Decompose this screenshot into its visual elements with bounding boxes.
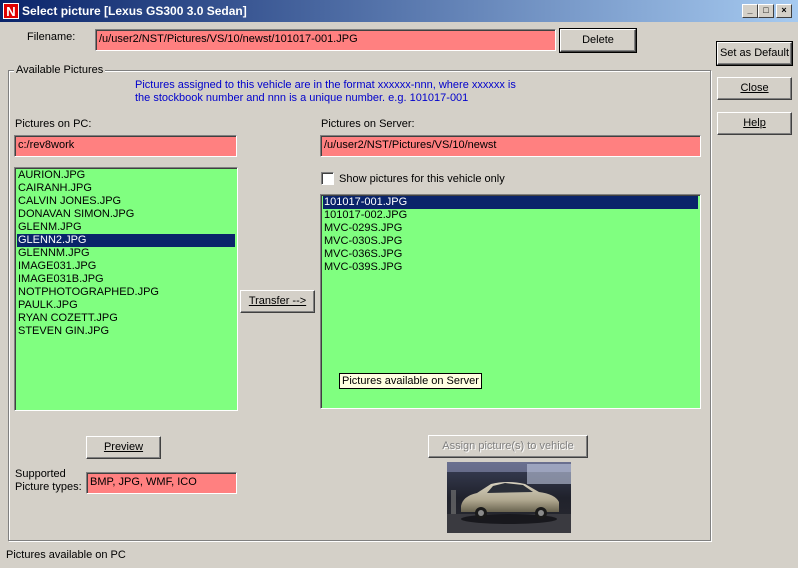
list-item[interactable]: CALVIN JONES.JPG [17,195,235,208]
supported-types-field: BMP, JPG, WMF, ICO [86,472,237,494]
assign-button[interactable]: Assign picture(s) to vehicle [428,435,588,458]
server-tooltip: Pictures available on Server [339,373,482,389]
preview-button[interactable]: Preview [86,436,161,459]
list-item[interactable]: GLENNM.JPG [17,247,235,260]
list-item[interactable]: GLENM.JPG [17,221,235,234]
set-default-button[interactable]: Set as Default [716,41,793,66]
format-info-line1: Pictures assigned to this vehicle are in… [135,79,516,91]
pc-file-list[interactable]: AURION.JPG CAIRANH.JPG CALVIN JONES.JPG DON… [14,167,238,411]
list-item[interactable]: MVC-039S.JPG [323,261,698,274]
list-item[interactable]: MVC-030S.JPG [323,235,698,248]
list-item[interactable]: IMAGE031.JPG [17,260,235,273]
list-item[interactable]: MVC-029S.JPG [323,222,698,235]
list-item[interactable]: CAIRANH.JPG [17,182,235,195]
maximize-button[interactable]: □ [758,4,774,18]
vehicle-only-label[interactable]: Show pictures for this vehicle only [339,173,505,185]
format-info: Pictures assigned to this vehicle are in… [135,79,516,105]
pc-path-field[interactable]: c:/rev8work [14,135,237,157]
minimize-button[interactable]: _ [742,4,758,18]
filename-label: Filename: [27,31,76,43]
close-window-button[interactable]: × [776,4,792,18]
available-pictures-title: Available Pictures [14,64,106,76]
vehicle-only-checkbox[interactable] [321,172,334,185]
transfer-button[interactable]: Transfer --> [240,290,315,313]
car-photo [447,462,571,533]
help-button[interactable]: Help [717,112,792,135]
list-item[interactable]: PAULK.JPG [17,299,235,312]
supported-types-label: Supported Picture types: [15,468,82,494]
list-item[interactable]: MVC-036S.JPG [323,248,698,261]
pc-pictures-label: Pictures on PC: [15,118,92,130]
list-item[interactable]: GLENN2.JPG [17,234,235,247]
list-item[interactable]: STEVEN GIN.JPG [17,325,235,338]
list-item[interactable]: DONAVAN SIMON.JPG [17,208,235,221]
list-item[interactable]: AURION.JPG [17,169,235,182]
status-bar: Pictures available on PC [0,546,798,568]
supported-label-line1: Supported [15,468,66,480]
list-item[interactable]: 101017-002.JPG [323,209,698,222]
list-item[interactable]: RYAN COZETT.JPG [17,312,235,325]
list-item[interactable]: NOTPHOTOGRAPHED.JPG [17,286,235,299]
format-info-line2: the stockbook number and nnn is a unique… [135,92,469,104]
title-bar[interactable]: N Select picture [Lexus GS300 3.0 Sedan]… [0,0,798,22]
list-item[interactable]: 101017-001.JPG [323,196,698,209]
server-path-field[interactable]: /u/user2/NST/Pictures/VS/10/newst [320,135,701,157]
server-pictures-label: Pictures on Server: [321,118,415,130]
status-text: Pictures available on PC [6,549,126,561]
delete-button[interactable]: Delete [559,28,637,53]
app-icon: N [3,3,19,19]
car-preview-image [447,462,571,533]
list-item[interactable]: IMAGE031B.JPG [17,273,235,286]
close-button[interactable]: Close [717,77,792,100]
window-title: Select picture [Lexus GS300 3.0 Sedan] [22,4,247,18]
filename-field[interactable]: /u/user2/NST/Pictures/VS/10/newst/101017… [95,29,556,51]
supported-label-line2: Picture types: [15,481,82,493]
